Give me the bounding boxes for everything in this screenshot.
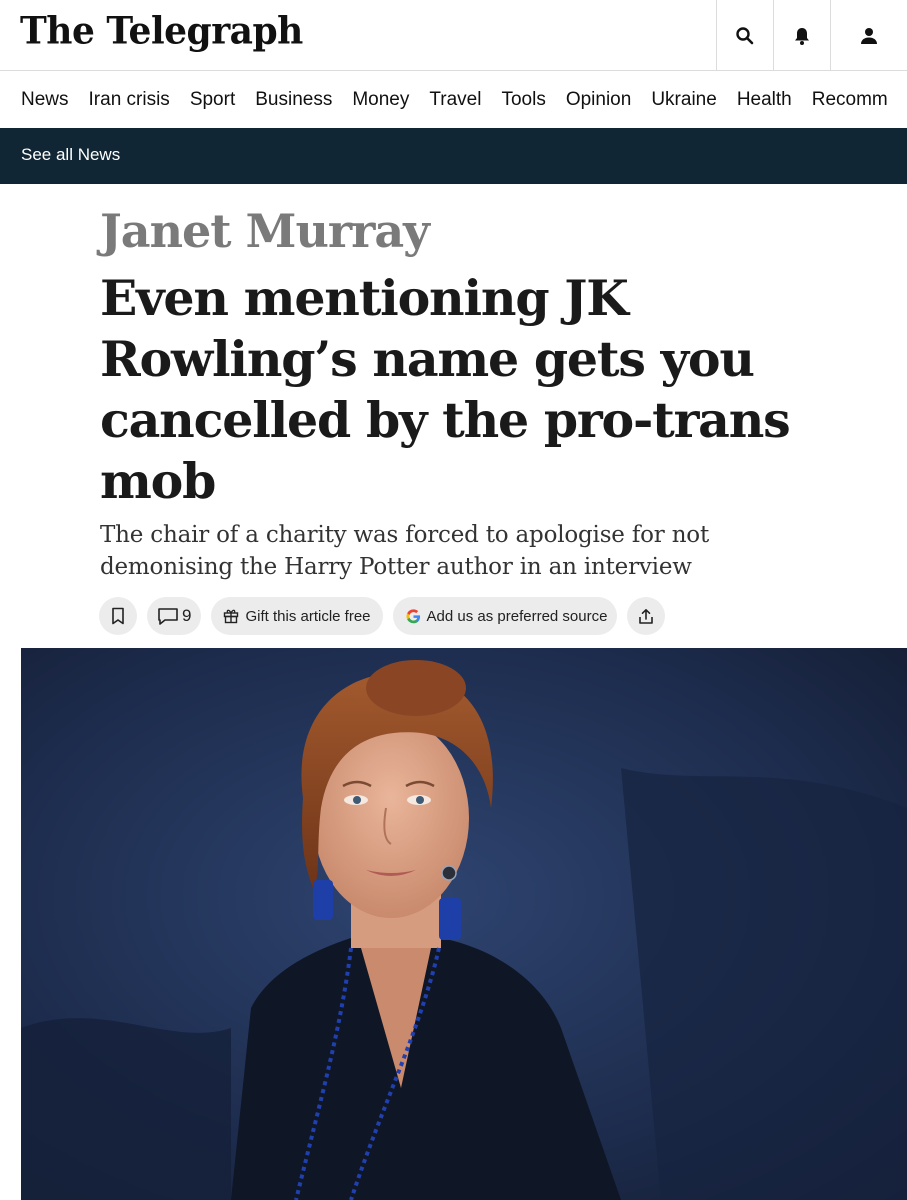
share-icon	[639, 608, 654, 624]
preferred-source-label: Add us as preferred source	[426, 607, 608, 625]
preferred-source-button[interactable]: Add us as preferred source	[392, 597, 618, 635]
article-standfirst: The chair of a charity was forced to apo…	[100, 522, 709, 580]
user-icon	[861, 27, 877, 44]
nav-item-tools[interactable]: Tools	[501, 71, 545, 128]
account-button[interactable]	[830, 0, 907, 71]
bookmark-icon	[112, 607, 124, 625]
comment-icon	[158, 608, 178, 625]
gift-icon	[224, 609, 239, 624]
nav-item-ukraine[interactable]: Ukraine	[651, 71, 716, 128]
nav-item-opinion[interactable]: Opinion	[566, 71, 632, 128]
nav-item-recommended[interactable]: Recomm	[812, 71, 888, 128]
bookmark-button[interactable]	[99, 597, 137, 635]
google-icon	[405, 608, 420, 623]
notifications-button[interactable]	[773, 0, 830, 71]
nav-item-business[interactable]: Business	[255, 71, 332, 128]
section-nav: News Iran crisis Sport Business Money Tr…	[0, 71, 907, 128]
bell-icon	[795, 27, 809, 45]
section-subbar: See all News	[0, 128, 907, 184]
share-button[interactable]	[627, 597, 666, 635]
comments-button[interactable]: 9	[147, 597, 202, 635]
nav-item-travel[interactable]: Travel	[429, 71, 481, 128]
portrait-illustration	[21, 648, 907, 1200]
see-all-news-link[interactable]: See all News	[21, 145, 120, 165]
comments-count: 9	[182, 606, 192, 625]
article-headline: Even mentioning JK Rowling’s name gets y…	[100, 269, 791, 510]
article-actions: 9 Gift this article free Add us as prefe…	[99, 597, 666, 635]
author-name[interactable]: Janet Murray	[100, 204, 430, 258]
nav-item-money[interactable]: Money	[352, 71, 409, 128]
masthead: The Telegraph	[0, 0, 907, 71]
telegraph-logo[interactable]: The Telegraph	[20, 9, 303, 53]
nav-item-sport[interactable]: Sport	[190, 71, 235, 128]
nav-item-health[interactable]: Health	[737, 71, 792, 128]
nav-item-iran-crisis[interactable]: Iran crisis	[89, 71, 170, 128]
gift-article-button[interactable]: Gift this article free	[211, 597, 383, 635]
nav-item-news[interactable]: News	[21, 71, 69, 128]
article-hero-photo[interactable]	[21, 648, 907, 1200]
gift-article-label: Gift this article free	[245, 607, 371, 625]
search-button[interactable]	[716, 0, 773, 71]
search-icon	[736, 26, 754, 44]
